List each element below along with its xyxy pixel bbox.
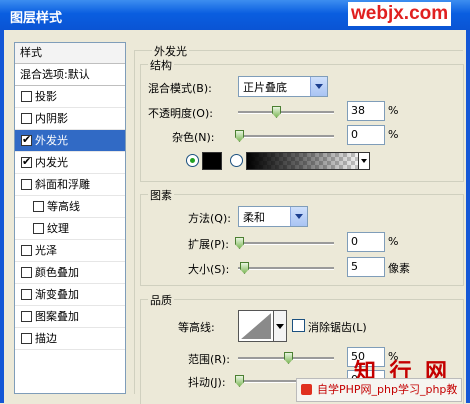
style-item-checkbox[interactable] <box>33 201 44 212</box>
style-item-checkbox[interactable] <box>21 267 32 278</box>
technique-label: 方法(Q): <box>188 212 231 225</box>
style-item-checkbox[interactable] <box>21 333 32 344</box>
contour-preview[interactable] <box>238 310 274 342</box>
elements-title: 图素 <box>148 187 174 203</box>
style-item-label: 描边 <box>35 332 57 345</box>
site-banner-text: 自学PHP网_php学习_php教 <box>317 383 458 396</box>
style-item[interactable]: 投影 <box>15 86 125 108</box>
style-item[interactable]: ✔ 外发光 <box>15 130 125 152</box>
size-label: 大小(S): <box>188 263 230 276</box>
style-item[interactable]: 纹理 <box>15 218 125 240</box>
style-list: 样式 混合选项:默认 投影 内阴影 ✔ 外发光 ✔ 内发光 斜面和浮雕 等高线 纹理 光泽 颜色叠加… <box>14 42 126 394</box>
title-bar[interactable]: 图层样式 webjx.com <box>0 0 470 30</box>
checkmark-icon: ✔ <box>22 155 32 168</box>
style-item-label: 外发光 <box>35 134 68 147</box>
style-list-header[interactable]: 样式 <box>15 43 125 64</box>
style-item[interactable]: 图案叠加 <box>15 306 125 328</box>
noise-value: 0 <box>351 128 358 141</box>
technique-select[interactable]: 柔和 <box>238 206 308 227</box>
glow-color-swatch[interactable] <box>202 152 222 170</box>
noise-unit: % <box>388 128 399 141</box>
antialias-checkbox[interactable] <box>292 319 305 332</box>
style-item[interactable]: 内阴影 <box>15 108 125 130</box>
noise-slider-track[interactable] <box>238 135 334 138</box>
opacity-slider-track[interactable] <box>238 111 334 114</box>
spread-slider-track[interactable] <box>238 242 334 245</box>
outer-glow-panel: 外发光 结构 混合模式(B): 正片叠底 不透明度(O): 38 % 杂色(N)… <box>134 42 470 404</box>
spread-unit: % <box>388 235 399 248</box>
site-banner-watermark: 自学PHP网_php学习_php教 <box>296 378 463 402</box>
technique-value: 柔和 <box>243 211 265 224</box>
antialias-label: 消除锯齿(L) <box>308 321 367 334</box>
range-label: 范围(R): <box>188 353 230 366</box>
brand-watermark: webjx.com <box>348 2 452 26</box>
chevron-down-icon <box>310 77 327 96</box>
site-logo-icon <box>301 384 312 395</box>
checkmark-icon: ✔ <box>22 133 32 146</box>
style-item-checkbox[interactable] <box>33 223 44 234</box>
style-item-label: 图案叠加 <box>35 310 79 323</box>
spread-label: 扩展(P): <box>188 238 229 251</box>
opacity-unit: % <box>388 104 399 117</box>
style-item[interactable]: ✔ 内发光 <box>15 152 125 174</box>
blend-mode-select[interactable]: 正片叠底 <box>238 76 328 97</box>
quality-title: 品质 <box>148 292 174 308</box>
blend-mode-label: 混合模式(B): <box>148 82 212 95</box>
solid-color-radio[interactable] <box>186 154 199 167</box>
style-item-label: 颜色叠加 <box>35 266 79 279</box>
blend-options-item[interactable]: 混合选项:默认 <box>15 64 125 86</box>
window-title: 图层样式 <box>10 11 63 26</box>
style-item-checkbox[interactable]: ✔ <box>21 133 32 146</box>
chevron-down-icon <box>276 324 284 329</box>
gradient-radio[interactable] <box>230 154 243 167</box>
style-item-label: 投影 <box>35 90 57 103</box>
style-item[interactable]: 斜面和浮雕 <box>15 174 125 196</box>
style-item-label: 内发光 <box>35 156 68 169</box>
style-item-label: 斜面和浮雕 <box>35 178 90 191</box>
opacity-label: 不透明度(O): <box>148 107 213 120</box>
structure-title: 结构 <box>148 57 174 73</box>
style-item[interactable]: 等高线 <box>15 196 125 218</box>
opacity-input[interactable]: 38 <box>347 101 385 121</box>
jitter-label: 抖动(J): <box>188 376 226 389</box>
opacity-value: 38 <box>351 104 365 117</box>
style-item-label: 等高线 <box>47 200 80 213</box>
spread-input[interactable]: 0 <box>347 232 385 252</box>
style-item-checkbox[interactable] <box>21 289 32 300</box>
style-item-label: 光泽 <box>35 244 57 257</box>
style-item-label: 内阴影 <box>35 112 68 125</box>
contour-dropdown[interactable] <box>274 310 287 342</box>
glow-gradient-preview[interactable] <box>246 152 364 170</box>
style-item-checkbox[interactable] <box>21 311 32 322</box>
style-item-checkbox[interactable] <box>21 245 32 256</box>
style-item-label: 纹理 <box>47 222 69 235</box>
noise-label: 杂色(N): <box>172 131 215 144</box>
style-item-checkbox[interactable] <box>21 179 32 190</box>
blend-mode-value: 正片叠底 <box>243 81 287 94</box>
gradient-dropdown-icon[interactable] <box>358 152 370 170</box>
size-slider-track[interactable] <box>238 267 334 270</box>
window-frame-left <box>0 30 4 403</box>
size-unit: 像素 <box>388 262 410 275</box>
spread-value: 0 <box>351 235 358 248</box>
size-input[interactable]: 5 <box>347 257 385 277</box>
style-item[interactable]: 颜色叠加 <box>15 262 125 284</box>
style-item[interactable]: 渐变叠加 <box>15 284 125 306</box>
chevron-down-icon <box>290 207 307 226</box>
style-item-checkbox[interactable]: ✔ <box>21 155 32 168</box>
style-item[interactable]: 描边 <box>15 328 125 350</box>
size-value: 5 <box>351 260 358 273</box>
style-item-checkbox[interactable] <box>21 113 32 124</box>
contour-curve-icon <box>241 313 271 339</box>
style-item-checkbox[interactable] <box>21 91 32 102</box>
style-item-label: 渐变叠加 <box>35 288 79 301</box>
contour-label: 等高线: <box>178 321 215 334</box>
style-item[interactable]: 光泽 <box>15 240 125 262</box>
noise-input[interactable]: 0 <box>347 125 385 145</box>
